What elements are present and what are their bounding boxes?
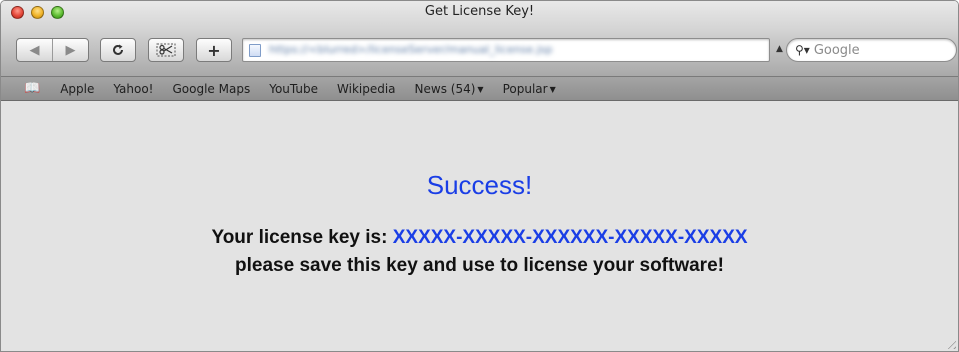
scissors-icon [156,43,176,57]
add-bookmark-button[interactable]: + [196,38,232,62]
bookmark-apple[interactable]: Apple [60,82,94,96]
window-title: Get License Key! [424,4,535,19]
page-favicon-icon [249,44,261,57]
resize-grip-icon[interactable] [944,337,956,349]
license-key-prefix: Your license key is: [211,227,393,248]
bookmark-news-label: News (54) [414,81,476,96]
search-icon[interactable]: ⚲▾ [795,43,810,57]
browser-window: Get License Key! ◀ ▶ + https://<blurred>… [0,0,959,352]
address-bar[interactable]: https://<blurred>/licenseServer/manual_l… [242,38,770,62]
reload-button[interactable] [100,38,136,62]
chevron-down-icon: ▼ [477,84,484,94]
bookmark-news-menu[interactable]: News (54) ▼ [415,82,484,96]
license-key-line: Your license key is: XXXXX-XXXXX-XXXXXX-… [1,227,958,249]
bookmark-google-maps[interactable]: Google Maps [173,82,251,96]
back-button[interactable]: ◀ [17,39,52,61]
bookmarks-bar: 📖 Apple Yahoo! Google Maps YouTube Wikip… [1,76,958,101]
forward-button[interactable]: ▶ [52,39,88,61]
forward-arrow-icon: ▶ [65,42,76,58]
bookmarks-book-icon[interactable]: 📖 [24,81,40,96]
back-arrow-icon: ◀ [29,42,40,58]
back-forward-group: ◀ ▶ [16,38,89,62]
search-field[interactable]: ⚲▾ Google [786,38,957,62]
address-url: https://<blurred>/licenseServer/manual_l… [269,43,553,56]
address-history-caret-icon[interactable]: ▲ [776,44,783,54]
save-instruction: please save this key and use to license … [235,255,724,276]
title-toolbar: Get License Key! ◀ ▶ + https://<blurred>… [1,1,958,76]
navigation-toolbar: ◀ ▶ + https://<blurred>/licenseServer/ma… [16,38,957,64]
bookmark-youtube[interactable]: YouTube [269,82,318,96]
page-content: Success! Your license key is: XXXXX-XXXX… [1,101,958,351]
search-placeholder: Google [813,42,860,58]
bookmark-yahoo[interactable]: Yahoo! [113,82,153,96]
chevron-down-icon: ▼ [549,84,556,94]
bookmark-popular-label: Popular [502,81,548,96]
bookmark-wikipedia[interactable]: Wikipedia [337,82,396,96]
bookmark-popular-menu[interactable]: Popular ▼ [503,82,556,96]
reload-icon [113,44,123,55]
license-key-value: XXXXX-XXXXX-XXXXXX-XXXXX-XXXXX [392,227,748,248]
snip-button[interactable] [148,38,184,62]
success-heading: Success! [426,170,533,200]
